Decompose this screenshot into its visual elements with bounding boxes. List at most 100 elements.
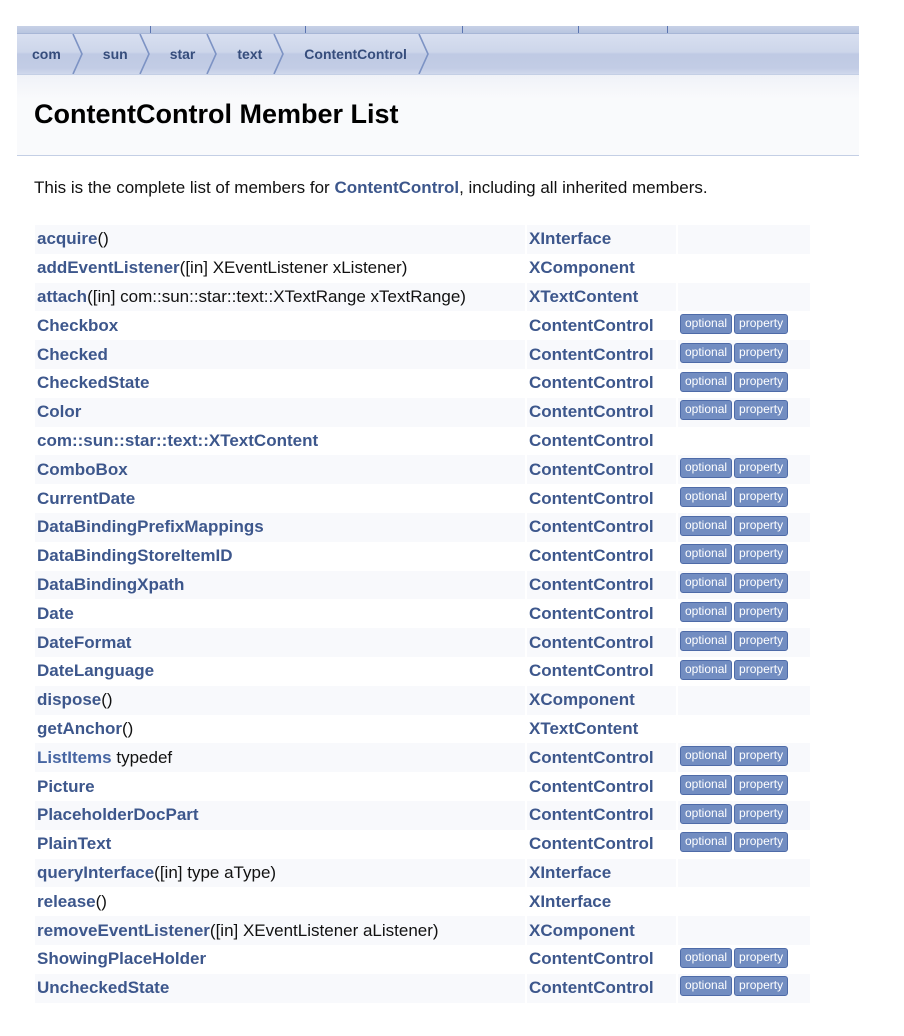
tab-separator bbox=[462, 26, 463, 33]
member-link[interactable]: Checkbox bbox=[37, 316, 118, 335]
member-link[interactable]: Date bbox=[37, 604, 74, 623]
breadcrumb-item-star[interactable]: star bbox=[154, 34, 222, 74]
member-link[interactable]: PlainText bbox=[37, 834, 111, 853]
optional-badge: optional bbox=[680, 774, 733, 795]
member-row: CheckedState ContentControl optional proper… bbox=[35, 369, 810, 398]
member-name-cell: PlaceholderDocPart bbox=[35, 800, 525, 830]
member-link[interactable]: DateFormat bbox=[37, 633, 131, 652]
breadcrumb-item-text[interactable]: text bbox=[221, 34, 288, 74]
member-link[interactable]: Picture bbox=[37, 777, 95, 796]
member-scope-link[interactable]: ContentControl bbox=[529, 978, 654, 997]
breadcrumb-label: ContentControl bbox=[304, 46, 407, 62]
member-row: PlaceholderDocPart ContentControl optional… bbox=[35, 800, 810, 830]
member-scope-link[interactable]: ContentControl bbox=[529, 805, 654, 824]
member-scope-link[interactable]: ContentControl bbox=[529, 661, 654, 680]
member-badges-cell: optional property bbox=[678, 599, 810, 628]
member-link[interactable]: DataBindingPrefixMappings bbox=[37, 517, 264, 536]
member-link[interactable]: PlaceholderDocPart bbox=[37, 805, 199, 824]
member-scope-link[interactable]: ContentControl bbox=[529, 604, 654, 623]
member-scope-link[interactable]: XTextContent bbox=[529, 287, 638, 306]
member-scope-link[interactable]: ContentControl bbox=[529, 546, 654, 565]
member-name-cell: UncheckedState bbox=[35, 973, 525, 1003]
member-scope-link[interactable]: ContentControl bbox=[529, 777, 654, 796]
member-scope-cell: ContentControl bbox=[527, 340, 676, 369]
breadcrumb-separator-icon bbox=[273, 34, 285, 74]
member-scope-link[interactable]: ContentControl bbox=[529, 431, 654, 450]
member-scope-cell: ContentControl bbox=[527, 800, 676, 830]
member-badges-cell: optional property bbox=[678, 772, 810, 801]
member-scope-link[interactable]: XComponent bbox=[529, 921, 635, 940]
intro-after: , including all inherited members. bbox=[459, 178, 708, 197]
member-link[interactable]: DateLanguage bbox=[37, 661, 154, 680]
property-badge: property bbox=[734, 371, 789, 392]
breadcrumb-item-sun[interactable]: sun bbox=[87, 34, 154, 74]
member-link[interactable]: DataBindingStoreItemID bbox=[37, 546, 233, 565]
member-scope-link[interactable]: ContentControl bbox=[529, 373, 654, 392]
member-scope-link[interactable]: ContentControl bbox=[529, 748, 654, 767]
property-badge: property bbox=[734, 400, 789, 421]
member-scope-link[interactable]: ContentControl bbox=[529, 316, 654, 335]
member-scope-link[interactable]: ContentControl bbox=[529, 489, 654, 508]
member-link[interactable]: removeEventListener bbox=[37, 921, 210, 940]
member-scope-cell: XInterface bbox=[527, 858, 676, 888]
member-badges-cell: optional property bbox=[678, 397, 810, 427]
member-scope-link[interactable]: XTextContent bbox=[529, 719, 638, 738]
member-link[interactable]: dispose bbox=[37, 690, 101, 709]
member-scope-link[interactable]: ContentControl bbox=[529, 834, 654, 853]
member-badges-cell bbox=[678, 887, 810, 916]
member-scope-link[interactable]: XInterface bbox=[529, 892, 611, 911]
member-scope-cell: ContentControl bbox=[527, 628, 676, 657]
property-badge: property bbox=[734, 659, 789, 680]
member-scope-link[interactable]: ContentControl bbox=[529, 460, 654, 479]
member-link[interactable]: queryInterface bbox=[37, 863, 154, 882]
member-signature: () bbox=[101, 690, 113, 710]
member-name-cell: Date bbox=[35, 599, 525, 628]
member-link[interactable]: CurrentDate bbox=[37, 489, 135, 508]
member-name-cell: CheckedState bbox=[35, 369, 525, 398]
member-row: Date ContentControl optional property bbox=[35, 599, 810, 628]
member-link[interactable]: release bbox=[37, 892, 96, 911]
member-scope-link[interactable]: ContentControl bbox=[529, 345, 654, 364]
member-badges-cell bbox=[678, 685, 810, 715]
member-row: queryInterface([in] type aType) XInterfac… bbox=[35, 858, 810, 888]
intro-class-link[interactable]: ContentControl bbox=[334, 178, 459, 197]
member-link[interactable]: Color bbox=[37, 402, 81, 421]
member-link[interactable]: getAnchor bbox=[37, 719, 122, 738]
member-scope-link[interactable]: ContentControl bbox=[529, 517, 654, 536]
member-scope-link[interactable]: ContentControl bbox=[529, 633, 654, 652]
member-scope-cell: XInterface bbox=[527, 225, 676, 254]
member-link[interactable]: DataBindingXpath bbox=[37, 575, 184, 594]
member-name-cell: Checked bbox=[35, 340, 525, 369]
member-link[interactable]: addEventListener bbox=[37, 258, 180, 277]
member-scope-link[interactable]: ContentControl bbox=[529, 575, 654, 594]
member-name-cell: DataBindingXpath bbox=[35, 570, 525, 600]
member-link[interactable]: acquire bbox=[37, 229, 97, 248]
member-signature: typedef bbox=[111, 747, 173, 767]
member-link[interactable]: ComboBox bbox=[37, 460, 128, 479]
member-link[interactable]: CheckedState bbox=[37, 373, 149, 392]
member-scope-link[interactable]: ContentControl bbox=[529, 402, 654, 421]
member-link[interactable]: attach bbox=[37, 287, 87, 306]
intro-text: This is the complete list of members for… bbox=[34, 178, 708, 198]
member-link[interactable]: com::sun::star::text::XTextContent bbox=[37, 431, 318, 450]
breadcrumb: com sun star text ContentControl bbox=[17, 34, 859, 75]
breadcrumb-item-contentcontrol[interactable]: ContentControl bbox=[288, 34, 433, 74]
member-scope-link[interactable]: XComponent bbox=[529, 690, 635, 709]
member-link[interactable]: ShowingPlaceHolder bbox=[37, 949, 206, 968]
member-scope-link[interactable]: XComponent bbox=[529, 258, 635, 277]
breadcrumb-item-com[interactable]: com bbox=[17, 34, 87, 74]
member-link[interactable]: UncheckedState bbox=[37, 978, 169, 997]
member-link[interactable]: Checked bbox=[37, 345, 108, 364]
optional-badge: optional bbox=[680, 602, 733, 623]
member-badges-cell: optional property bbox=[678, 484, 810, 513]
member-link[interactable]: ListItems bbox=[37, 748, 112, 767]
member-scope-link[interactable]: XInterface bbox=[529, 863, 611, 882]
member-scope-cell: XComponent bbox=[527, 916, 676, 945]
member-signature: () bbox=[95, 891, 107, 911]
member-scope-link[interactable]: ContentControl bbox=[529, 949, 654, 968]
member-row: removeEventListener([in] XEventListener … bbox=[35, 916, 810, 945]
member-row: Picture ContentControl optional property bbox=[35, 772, 810, 801]
member-scope-link[interactable]: XInterface bbox=[529, 229, 611, 248]
member-badges-cell: optional property bbox=[678, 570, 810, 600]
property-badge: property bbox=[734, 544, 789, 565]
